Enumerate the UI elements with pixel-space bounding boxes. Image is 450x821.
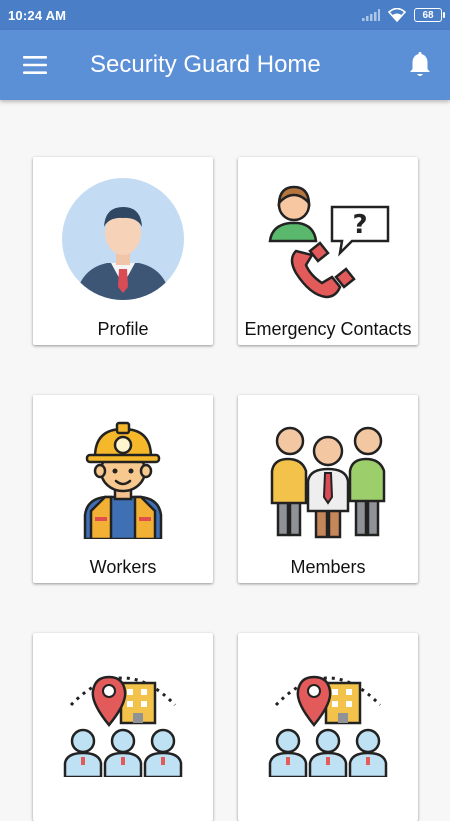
society-location-icon (268, 675, 388, 777)
menu-grid: Profile ? Emergency Contacts Workers Mem… (0, 100, 450, 821)
svg-text:?: ? (352, 210, 367, 240)
members-card[interactable]: Members (238, 395, 418, 583)
notifications-button[interactable] (390, 30, 450, 100)
workers-card[interactable]: Workers (33, 395, 213, 583)
profile-icon (62, 178, 184, 300)
hamburger-menu-icon (23, 56, 47, 74)
card-label: Members (290, 557, 366, 577)
page-title: Security Guard Home (90, 51, 321, 78)
society-location-icon (63, 675, 183, 777)
status-bar: 10:24 AM 68 (0, 0, 450, 30)
status-icons: 68 (362, 8, 445, 22)
card-label (33, 795, 213, 821)
card-label: Profile (97, 319, 149, 339)
society-location-card[interactable] (238, 633, 418, 821)
card-label: Workers (89, 557, 157, 577)
status-time: 10:24 AM (8, 7, 67, 23)
profile-card[interactable]: Profile (33, 157, 213, 345)
bell-icon (410, 52, 430, 76)
battery-indicator: 68 (414, 8, 445, 22)
signal-icon (362, 9, 380, 21)
wifi-icon (388, 8, 406, 22)
society-location-card[interactable] (33, 633, 213, 821)
emergency-contacts-icon: ? (268, 185, 390, 299)
app-bar: Security Guard Home (0, 30, 450, 100)
card-label (238, 795, 418, 821)
worker-icon (83, 421, 163, 539)
menu-button[interactable] (0, 30, 70, 100)
emergency-contacts-card[interactable]: ? Emergency Contacts (238, 157, 418, 345)
card-label: Emergency Contacts (244, 319, 412, 339)
members-icon (270, 426, 386, 539)
